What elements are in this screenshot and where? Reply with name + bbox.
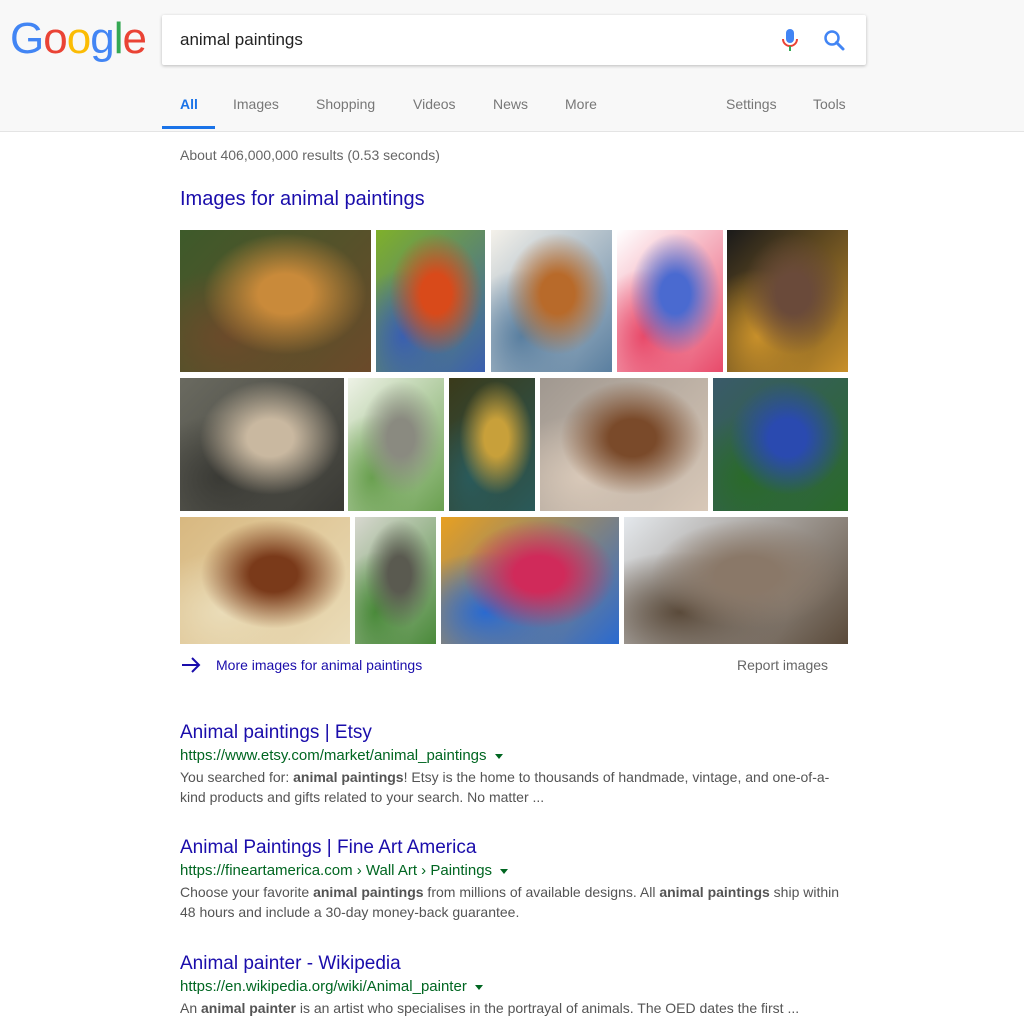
tab-images[interactable]: Images (233, 96, 279, 112)
search-result: Animal painter - Wikipedia https://en.wi… (180, 952, 850, 1018)
logo-letter: o (43, 14, 68, 63)
logo-letter: e (122, 14, 147, 63)
image-thumbnail[interactable] (449, 378, 535, 511)
image-thumbnail[interactable] (180, 230, 371, 372)
images-pack-heading[interactable]: Images for animal paintings (180, 188, 425, 211)
search-tabs: All Images Shopping Videos News More Set… (0, 85, 1024, 131)
tab-settings[interactable]: Settings (726, 96, 777, 112)
image-thumbnail[interactable] (355, 517, 436, 644)
image-thumbnail[interactable] (376, 230, 485, 372)
caret-down-icon[interactable] (494, 753, 503, 759)
image-thumbnail[interactable] (441, 517, 619, 644)
search-box[interactable]: animal paintings (162, 15, 866, 65)
result-url-text: https://fineartamerica.com › Wall Art › … (180, 862, 493, 879)
result-snippet: You searched for: animal paintings! Etsy… (180, 767, 850, 807)
logo-letter: l (113, 14, 124, 63)
tab-all[interactable]: All (180, 96, 198, 112)
tab-videos[interactable]: Videos (413, 96, 456, 112)
image-thumbnail[interactable] (348, 378, 444, 511)
result-url-text: https://en.wikipedia.org/wiki/Animal_pai… (180, 978, 467, 995)
image-thumbnail[interactable] (727, 230, 848, 372)
caret-down-icon[interactable] (500, 868, 509, 874)
snippet-text: from millions of available designs. All (423, 884, 660, 900)
logo-letter: g (90, 14, 115, 63)
tab-tools[interactable]: Tools (813, 96, 846, 112)
snippet-text: You searched for: (180, 769, 294, 785)
result-title[interactable]: Animal painter - Wikipedia (180, 952, 850, 976)
more-images-label: More images for animal paintings (216, 657, 423, 673)
search-input[interactable]: animal paintings (180, 30, 303, 50)
result-snippet: An animal painter is an artist who speci… (180, 998, 850, 1018)
snippet-text: Choose your favorite (180, 884, 314, 900)
image-thumbnail[interactable] (491, 230, 612, 372)
result-snippet: Choose your favorite animal paintings fr… (180, 882, 850, 922)
result-url: https://www.etsy.com/market/animal_paint… (180, 745, 850, 767)
logo-letter: o (66, 14, 92, 63)
more-images-link[interactable]: More images for animal paintings (180, 655, 422, 675)
logo-letter: G (10, 14, 44, 63)
google-logo[interactable]: Google (10, 14, 147, 64)
image-thumbnail[interactable] (617, 230, 723, 372)
caret-down-icon[interactable] (474, 984, 483, 990)
search-result: Animal Paintings | Fine Art America http… (180, 836, 850, 922)
header: Google animal paintings All Images Shopp… (0, 0, 1024, 132)
snippet-keyword: animal paintings (659, 884, 770, 900)
image-thumbnail[interactable] (713, 378, 848, 511)
result-title[interactable]: Animal Paintings | Fine Art America (180, 836, 850, 860)
result-url: https://en.wikipedia.org/wiki/Animal_pai… (180, 976, 850, 998)
search-result: Animal paintings | Etsy https://www.etsy… (180, 721, 850, 807)
snippet-keyword: animal paintings (293, 769, 404, 785)
active-tab-indicator (162, 126, 215, 129)
tab-news[interactable]: News (493, 96, 528, 112)
tab-shopping[interactable]: Shopping (316, 96, 375, 112)
image-thumbnail[interactable] (180, 378, 344, 511)
snippet-text: is an artist who specialises in the port… (295, 1000, 800, 1016)
microphone-icon[interactable] (778, 27, 802, 53)
snippet-text: An (180, 1000, 202, 1016)
search-icon[interactable] (822, 28, 846, 52)
image-thumbnail[interactable] (540, 378, 708, 511)
result-title[interactable]: Animal paintings | Etsy (180, 721, 850, 745)
tab-more[interactable]: More (565, 96, 597, 112)
arrow-right-icon (182, 657, 201, 673)
snippet-keyword: animal painter (201, 1000, 296, 1016)
snippet-keyword: animal paintings (313, 884, 424, 900)
report-images-link[interactable]: Report images (737, 657, 828, 673)
result-stats: About 406,000,000 results (0.53 seconds) (180, 147, 440, 163)
result-url-text: https://www.etsy.com/market/animal_paint… (180, 747, 487, 764)
image-thumbnail[interactable] (624, 517, 848, 644)
image-thumbnail[interactable] (180, 517, 350, 644)
result-url: https://fineartamerica.com › Wall Art › … (180, 860, 850, 882)
